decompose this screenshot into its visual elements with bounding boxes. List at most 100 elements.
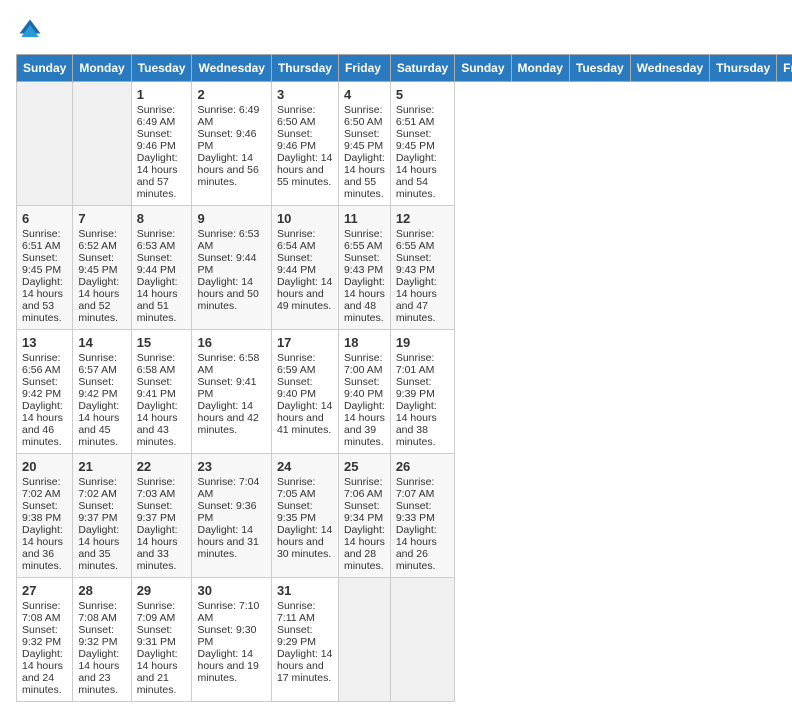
calendar-cell: 24Sunrise: 7:05 AMSunset: 9:35 PMDayligh…: [271, 454, 338, 578]
sunset-text: Sunset: 9:45 PM: [22, 252, 67, 276]
calendar-cell: 25Sunrise: 7:06 AMSunset: 9:34 PMDayligh…: [338, 454, 390, 578]
sunrise-text: Sunrise: 6:58 AM: [197, 352, 265, 376]
sunrise-text: Sunrise: 7:01 AM: [396, 352, 449, 376]
daylight-text: Daylight: 14 hours and 38 minutes.: [396, 400, 449, 448]
sunrise-text: Sunrise: 6:58 AM: [137, 352, 187, 376]
sunrise-text: Sunrise: 7:03 AM: [137, 476, 187, 500]
sunrise-text: Sunrise: 7:08 AM: [78, 600, 125, 624]
daylight-text: Daylight: 14 hours and 57 minutes.: [137, 152, 187, 200]
calendar-cell: [17, 82, 73, 206]
calendar-cell: 8Sunrise: 6:53 AMSunset: 9:44 PMDaylight…: [131, 206, 192, 330]
sunset-text: Sunset: 9:41 PM: [197, 376, 265, 400]
sunrise-text: Sunrise: 6:53 AM: [137, 228, 187, 252]
sunrise-text: Sunrise: 7:09 AM: [137, 600, 187, 624]
header-tuesday: Tuesday: [131, 55, 192, 82]
daylight-text: Daylight: 14 hours and 50 minutes.: [197, 276, 265, 312]
daylight-text: Daylight: 14 hours and 56 minutes.: [197, 152, 265, 188]
day-number: 28: [78, 583, 125, 598]
daylight-text: Daylight: 14 hours and 36 minutes.: [22, 524, 67, 572]
day-number: 27: [22, 583, 67, 598]
daylight-text: Daylight: 14 hours and 28 minutes.: [344, 524, 385, 572]
calendar-table: SundayMondayTuesdayWednesdayThursdayFrid…: [16, 54, 792, 702]
day-number: 19: [396, 335, 449, 350]
daylight-text: Daylight: 14 hours and 24 minutes.: [22, 648, 67, 696]
day-number: 8: [137, 211, 187, 226]
sunrise-text: Sunrise: 7:10 AM: [197, 600, 265, 624]
sunset-text: Sunset: 9:40 PM: [344, 376, 385, 400]
sunrise-text: Sunrise: 6:51 AM: [22, 228, 67, 252]
calendar-cell: 13Sunrise: 6:56 AMSunset: 9:42 PMDayligh…: [17, 330, 73, 454]
sunrise-text: Sunrise: 6:49 AM: [137, 104, 187, 128]
sunrise-text: Sunrise: 6:55 AM: [344, 228, 385, 252]
calendar-cell: 31Sunrise: 7:11 AMSunset: 9:29 PMDayligh…: [271, 578, 338, 702]
day-number: 20: [22, 459, 67, 474]
calendar-week-row: 13Sunrise: 6:56 AMSunset: 9:42 PMDayligh…: [17, 330, 792, 454]
header-monday: Monday: [73, 55, 131, 82]
sunset-text: Sunset: 9:43 PM: [344, 252, 385, 276]
calendar-cell: 5Sunrise: 6:51 AMSunset: 9:45 PMDaylight…: [390, 82, 454, 206]
day-number: 18: [344, 335, 385, 350]
sunrise-text: Sunrise: 7:00 AM: [344, 352, 385, 376]
sunset-text: Sunset: 9:38 PM: [22, 500, 67, 524]
col-header-wednesday: Wednesday: [630, 55, 709, 82]
day-number: 9: [197, 211, 265, 226]
sunrise-text: Sunrise: 6:50 AM: [277, 104, 333, 128]
daylight-text: Daylight: 14 hours and 31 minutes.: [197, 524, 265, 560]
daylight-text: Daylight: 14 hours and 33 minutes.: [137, 524, 187, 572]
col-header-tuesday: Tuesday: [569, 55, 630, 82]
sunrise-text: Sunrise: 6:49 AM: [197, 104, 265, 128]
calendar-cell: 11Sunrise: 6:55 AMSunset: 9:43 PMDayligh…: [338, 206, 390, 330]
sunset-text: Sunset: 9:44 PM: [277, 252, 333, 276]
day-number: 25: [344, 459, 385, 474]
day-number: 6: [22, 211, 67, 226]
sunrise-text: Sunrise: 6:56 AM: [22, 352, 67, 376]
daylight-text: Daylight: 14 hours and 39 minutes.: [344, 400, 385, 448]
sunrise-text: Sunrise: 7:08 AM: [22, 600, 67, 624]
sunset-text: Sunset: 9:45 PM: [396, 128, 449, 152]
calendar-cell: 21Sunrise: 7:02 AMSunset: 9:37 PMDayligh…: [73, 454, 131, 578]
calendar-cell: 15Sunrise: 6:58 AMSunset: 9:41 PMDayligh…: [131, 330, 192, 454]
daylight-text: Daylight: 14 hours and 19 minutes.: [197, 648, 265, 684]
day-number: 12: [396, 211, 449, 226]
calendar-cell: 4Sunrise: 6:50 AMSunset: 9:45 PMDaylight…: [338, 82, 390, 206]
sunrise-text: Sunrise: 7:02 AM: [22, 476, 67, 500]
sunrise-text: Sunrise: 7:02 AM: [78, 476, 125, 500]
col-header-thursday: Thursday: [710, 55, 777, 82]
calendar-week-row: 1Sunrise: 6:49 AMSunset: 9:46 PMDaylight…: [17, 82, 792, 206]
logo-icon: [16, 16, 44, 44]
header-saturday: Saturday: [390, 55, 454, 82]
calendar-cell: [338, 578, 390, 702]
header-friday: Friday: [338, 55, 390, 82]
day-number: 5: [396, 87, 449, 102]
daylight-text: Daylight: 14 hours and 35 minutes.: [78, 524, 125, 572]
sunset-text: Sunset: 9:30 PM: [197, 624, 265, 648]
daylight-text: Daylight: 14 hours and 41 minutes.: [277, 400, 333, 436]
header-sunday: Sunday: [17, 55, 73, 82]
day-number: 10: [277, 211, 333, 226]
sunrise-text: Sunrise: 6:54 AM: [277, 228, 333, 252]
sunset-text: Sunset: 9:42 PM: [22, 376, 67, 400]
calendar-cell: [73, 82, 131, 206]
daylight-text: Daylight: 14 hours and 47 minutes.: [396, 276, 449, 324]
day-number: 11: [344, 211, 385, 226]
calendar-cell: 30Sunrise: 7:10 AMSunset: 9:30 PMDayligh…: [192, 578, 271, 702]
sunrise-text: Sunrise: 6:59 AM: [277, 352, 333, 376]
day-number: 1: [137, 87, 187, 102]
daylight-text: Daylight: 14 hours and 54 minutes.: [396, 152, 449, 200]
page-header: [16, 16, 776, 44]
sunrise-text: Sunrise: 7:11 AM: [277, 600, 333, 624]
sunset-text: Sunset: 9:46 PM: [197, 128, 265, 152]
daylight-text: Daylight: 14 hours and 23 minutes.: [78, 648, 125, 696]
daylight-text: Daylight: 14 hours and 45 minutes.: [78, 400, 125, 448]
calendar-cell: 19Sunrise: 7:01 AMSunset: 9:39 PMDayligh…: [390, 330, 454, 454]
header-thursday: Thursday: [271, 55, 338, 82]
sunrise-text: Sunrise: 6:55 AM: [396, 228, 449, 252]
sunrise-text: Sunrise: 7:06 AM: [344, 476, 385, 500]
sunset-text: Sunset: 9:43 PM: [396, 252, 449, 276]
sunset-text: Sunset: 9:35 PM: [277, 500, 333, 524]
sunset-text: Sunset: 9:45 PM: [344, 128, 385, 152]
day-number: 14: [78, 335, 125, 350]
daylight-text: Daylight: 14 hours and 17 minutes.: [277, 648, 333, 684]
calendar-cell: 18 Sunrise: 7:00 AMSunset: 9:40 PMDayligh…: [338, 330, 390, 454]
daylight-text: Daylight: 14 hours and 30 minutes.: [277, 524, 333, 560]
